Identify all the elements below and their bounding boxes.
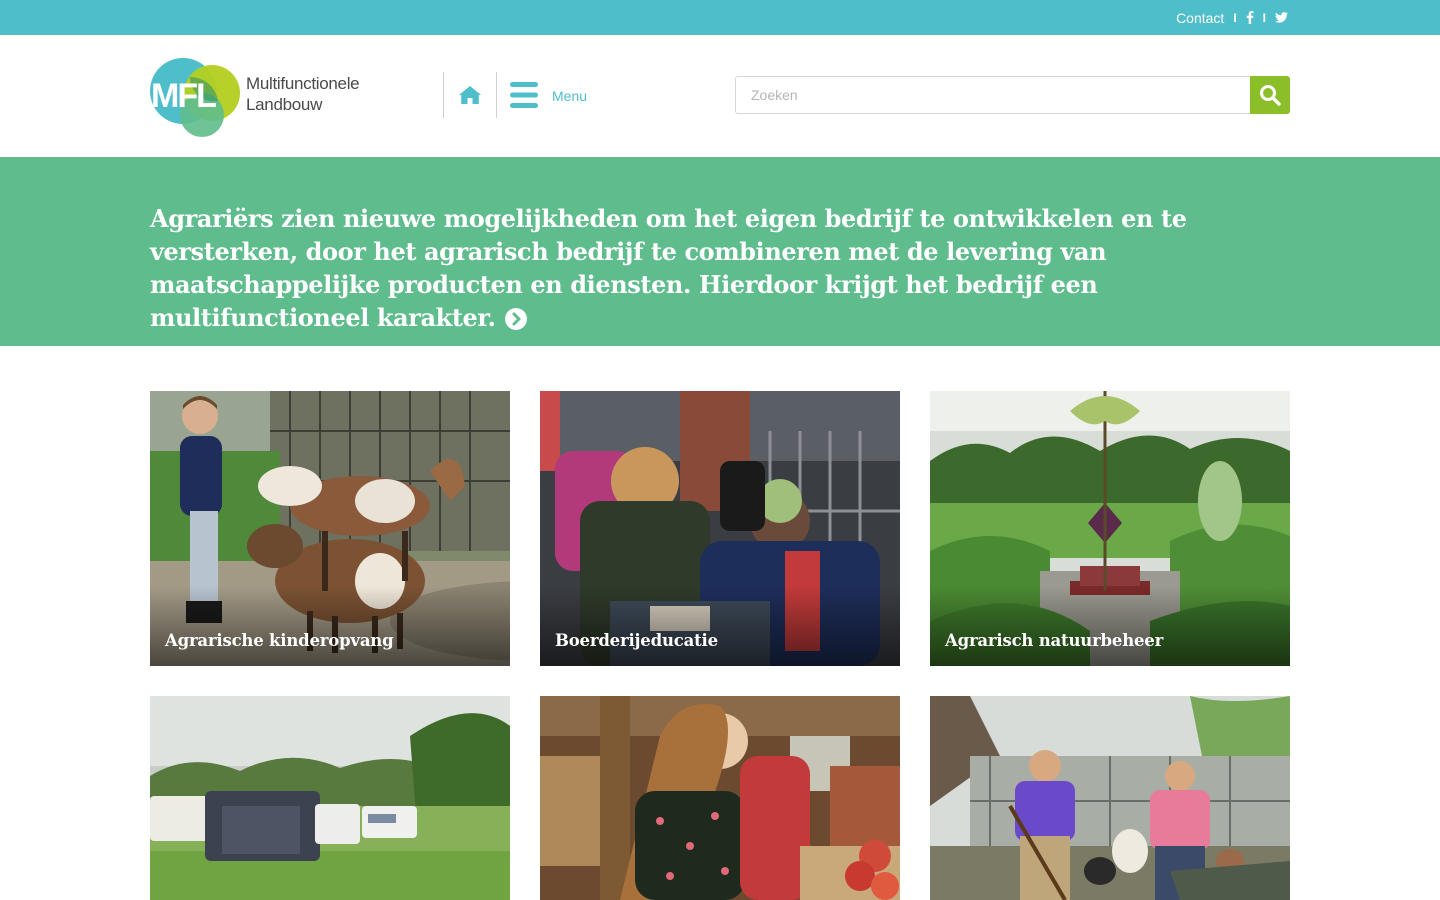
menu-button[interactable]: Menu [510, 80, 587, 110]
tile-title: Agrarische kinderopvang [165, 631, 394, 650]
tile-care-farm[interactable] [930, 696, 1290, 900]
header: MFL Multifunctionele Landbouw Menu [0, 35, 1440, 157]
home-icon [459, 86, 481, 104]
tile-shade [150, 586, 510, 666]
tile-photo-caravans [150, 696, 510, 900]
chevron-circle-right-icon[interactable] [505, 305, 528, 338]
tile-title: Agrarisch natuurbeheer [945, 631, 1164, 650]
svg-text:MFL: MFL [151, 77, 216, 115]
hamburger-icon [510, 82, 538, 108]
nav-divider [496, 72, 497, 118]
search-button[interactable] [1250, 76, 1290, 114]
top-separator: I [1233, 10, 1237, 25]
top-separator: I [1262, 10, 1266, 25]
logo-line-1: Multifunctionele [246, 74, 360, 93]
facebook-icon[interactable] [1246, 11, 1254, 24]
top-links: Contact I I [1176, 0, 1288, 35]
hero-banner: Agrariërs zien nieuwe mogelijkheden om h… [0, 157, 1440, 346]
twitter-icon[interactable] [1275, 12, 1288, 23]
tile-boerderijeducatie[interactable]: Boerderijeducatie [540, 391, 900, 666]
tile-shade [540, 586, 900, 666]
hero-text-block: Agrariërs zien nieuwe mogelijkheden om h… [150, 202, 1300, 338]
tile-photo-care-farm [930, 696, 1290, 900]
logo-mark: MFL [150, 58, 240, 137]
tile-title: Boerderijeducatie [555, 631, 718, 650]
search-icon [1260, 85, 1281, 106]
logo-line-2: Landbouw [246, 95, 323, 114]
home-button[interactable] [444, 72, 496, 118]
tile-shade [930, 586, 1290, 666]
tile-camping[interactable] [150, 696, 510, 900]
menu-label: Menu [552, 88, 588, 104]
contact-link[interactable]: Contact [1176, 10, 1224, 26]
logo[interactable]: MFL Multifunctionele Landbouw [150, 55, 360, 137]
search-form [735, 76, 1290, 114]
tile-farm-shop[interactable] [540, 696, 900, 900]
logo-text: Multifunctionele Landbouw [246, 73, 360, 115]
tile-agrarische-kinderopvang[interactable]: Agrarische kinderopvang [150, 391, 510, 666]
top-bar: Contact I I [0, 0, 1440, 35]
tile-agrarisch-natuurbeheer[interactable]: Agrarisch natuurbeheer [930, 391, 1290, 666]
tile-photo-farm-shop [540, 696, 900, 900]
search-input[interactable] [735, 76, 1251, 114]
hero-text: Agrariërs zien nieuwe mogelijkheden om h… [150, 204, 1187, 332]
